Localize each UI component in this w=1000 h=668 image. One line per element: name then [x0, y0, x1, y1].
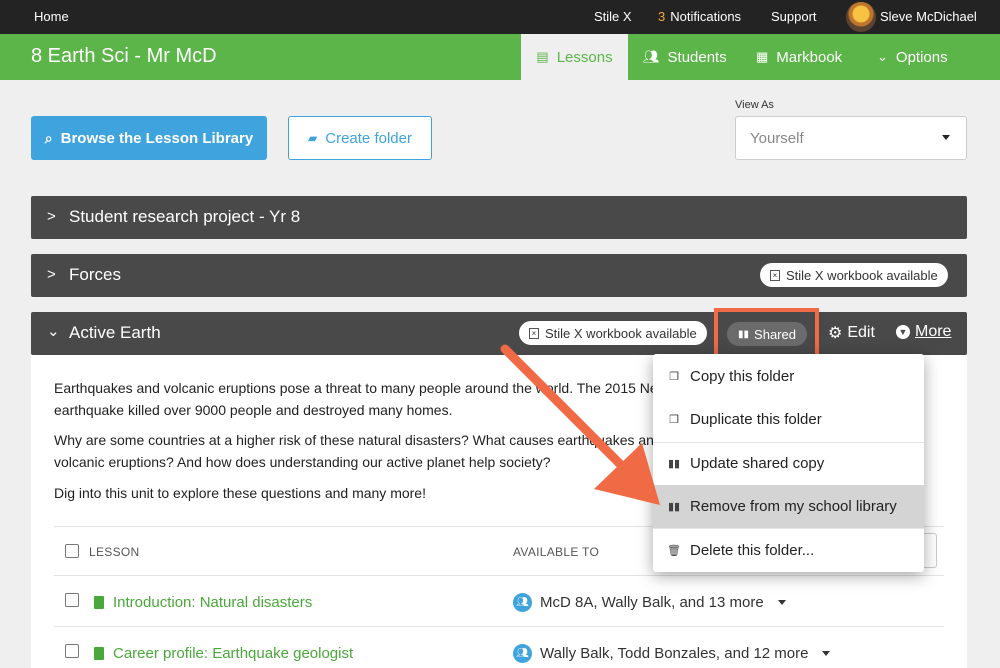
user-name[interactable]: Sleve McDichael: [880, 9, 977, 24]
caret-down-icon: [822, 651, 831, 656]
available-to-text: McD 8A, Wally Balk, and 13 more: [540, 594, 764, 611]
notifications-count: 3: [658, 9, 666, 24]
browse-library-button[interactable]: ⌕ Browse the Lesson Library: [31, 116, 267, 160]
chevron-down-icon: ⌄: [47, 323, 60, 340]
menu-item-delete-folder[interactable]: 🗑︎ Delete this folder...: [653, 529, 924, 572]
users-icon: 👥︎: [513, 644, 532, 663]
menu-item-label: Copy this folder: [690, 368, 795, 385]
header-action-button[interactable]: [924, 533, 937, 568]
shared-highlight-box: [714, 308, 819, 360]
trash-icon: 🗑︎: [667, 545, 681, 557]
available-to-dropdown[interactable]: 👥︎ Wally Balk, Todd Bonzales, and 12 mor…: [513, 644, 831, 663]
row-checkbox[interactable]: [65, 644, 79, 658]
table-row: Introduction: Natural disasters 👥︎ McD 8…: [54, 576, 944, 627]
menu-item-label: Delete this folder...: [690, 542, 815, 559]
tab-label: Options: [895, 48, 948, 66]
more-dropdown-menu: ❐ Copy this folder ❐ Duplicate this fold…: [653, 354, 924, 572]
create-folder-button[interactable]: ▰ Create folder: [288, 116, 432, 160]
support-link[interactable]: Support: [771, 9, 817, 24]
view-as-select[interactable]: Yourself: [735, 116, 967, 160]
avatar[interactable]: [846, 2, 876, 32]
menu-item-label: Remove from my school library: [690, 498, 897, 515]
menu-item-label: Update shared copy: [690, 455, 825, 472]
workbook-icon: ×: [770, 269, 780, 281]
users-icon: 👥︎: [643, 49, 660, 64]
tab-markbook[interactable]: ▦ Markbook: [756, 34, 842, 80]
table-row: Career profile: Earthquake geologist 👥︎ …: [54, 627, 944, 668]
view-as-value: Yourself: [750, 130, 804, 147]
column-available-to: AVAILABLE TO: [513, 545, 600, 559]
stile-x-link[interactable]: Stile X: [594, 9, 632, 24]
browse-library-label: Browse the Lesson Library: [60, 129, 254, 147]
chevron-right-icon: >: [47, 266, 56, 283]
folder-icon: ▰: [308, 131, 318, 145]
document-icon: ▤: [536, 49, 549, 64]
workbook-badge-label: Stile X workbook available: [786, 267, 938, 283]
tab-lessons[interactable]: ▤ Lessons: [521, 34, 628, 80]
document-icon: [94, 596, 104, 609]
create-folder-label: Create folder: [325, 129, 412, 147]
library-icon: ▮▮: [667, 458, 681, 470]
gear-icon: ⚙: [828, 325, 843, 342]
folder-description: Dig into this unit to explore these ques…: [54, 485, 426, 501]
folder-bar[interactable]: > Forces × Stile X workbook available: [31, 254, 967, 297]
menu-item-copy-folder[interactable]: ❐ Copy this folder: [653, 355, 924, 398]
tab-label: Students: [667, 48, 727, 66]
lesson-title: Career profile: Earthquake geologist: [113, 645, 354, 662]
tab-options[interactable]: ⌄ Options: [877, 34, 948, 80]
row-checkbox[interactable]: [65, 593, 79, 607]
more-label: More: [915, 323, 952, 340]
select-all-checkbox[interactable]: [65, 544, 79, 558]
folder-description: Why are some countries at a higher risk …: [54, 432, 662, 470]
copy-icon: ❐: [669, 414, 679, 426]
menu-item-label: Duplicate this folder: [690, 411, 822, 428]
lesson-title: Introduction: Natural disasters: [113, 594, 313, 611]
lesson-link[interactable]: Career profile: Earthquake geologist: [94, 645, 353, 662]
home-link[interactable]: Home: [34, 9, 69, 24]
menu-item-duplicate-folder[interactable]: ❐ Duplicate this folder: [653, 398, 924, 441]
view-as-label: View As: [735, 99, 774, 111]
lesson-link[interactable]: Introduction: Natural disasters: [94, 594, 312, 611]
available-to-text: Wally Balk, Todd Bonzales, and 12 more: [540, 645, 809, 662]
tab-label: Markbook: [776, 48, 843, 66]
chevron-down-icon: ▼: [896, 325, 910, 339]
copy-icon: ❐: [669, 371, 679, 383]
grid-icon: ▦: [756, 49, 769, 64]
folder-description: Earthquakes and volcanic eruptions pose …: [54, 380, 677, 418]
chevron-circle-icon: ⌄: [877, 49, 888, 64]
users-icon: 👥︎: [513, 593, 532, 612]
tab-students[interactable]: 👥︎ Students: [643, 34, 727, 80]
column-lesson: LESSON: [89, 545, 140, 559]
library-icon: ▮▮: [667, 501, 681, 513]
workbook-badge: × Stile X workbook available: [760, 263, 948, 287]
class-title: 8 Earth Sci - Mr McD: [31, 45, 217, 67]
top-navigation-bar: Home Stile X 3 Notifications Support Slev…: [0, 0, 1000, 34]
search-icon: ⌕: [44, 129, 53, 146]
folder-name: Active Earth: [69, 323, 161, 342]
folder-bar[interactable]: ⌄ Active Earth × Stile X workbook availa…: [31, 312, 967, 355]
edit-button[interactable]: ⚙ Edit: [828, 323, 875, 343]
folder-bar[interactable]: > Student research project - Yr 8: [31, 196, 967, 239]
folder-name: Forces: [69, 265, 121, 284]
caret-down-icon: [777, 600, 786, 605]
available-to-dropdown[interactable]: 👥︎ McD 8A, Wally Balk, and 13 more: [513, 593, 786, 612]
notifications-link[interactable]: 3 Notifications: [658, 9, 741, 24]
more-button[interactable]: ▼ More: [896, 323, 951, 341]
notifications-label: Notifications: [670, 9, 742, 24]
workbook-icon: ×: [529, 327, 539, 339]
folder-name: Student research project - Yr 8: [69, 207, 301, 226]
chevron-right-icon: >: [47, 208, 56, 225]
tab-label: Lessons: [556, 48, 613, 66]
workbook-badge-label: Stile X workbook available: [545, 325, 697, 341]
document-icon: [94, 647, 104, 660]
edit-label: Edit: [847, 324, 875, 341]
menu-item-update-shared-copy[interactable]: ▮▮ Update shared copy: [653, 442, 924, 485]
workbook-badge: × Stile X workbook available: [519, 321, 707, 345]
menu-item-remove-from-library[interactable]: ▮▮ Remove from my school library: [653, 485, 924, 528]
class-header: 8 Earth Sci - Mr McD ▤ Lessons 👥︎ Studen…: [0, 34, 1000, 80]
caret-down-icon: [942, 135, 950, 140]
